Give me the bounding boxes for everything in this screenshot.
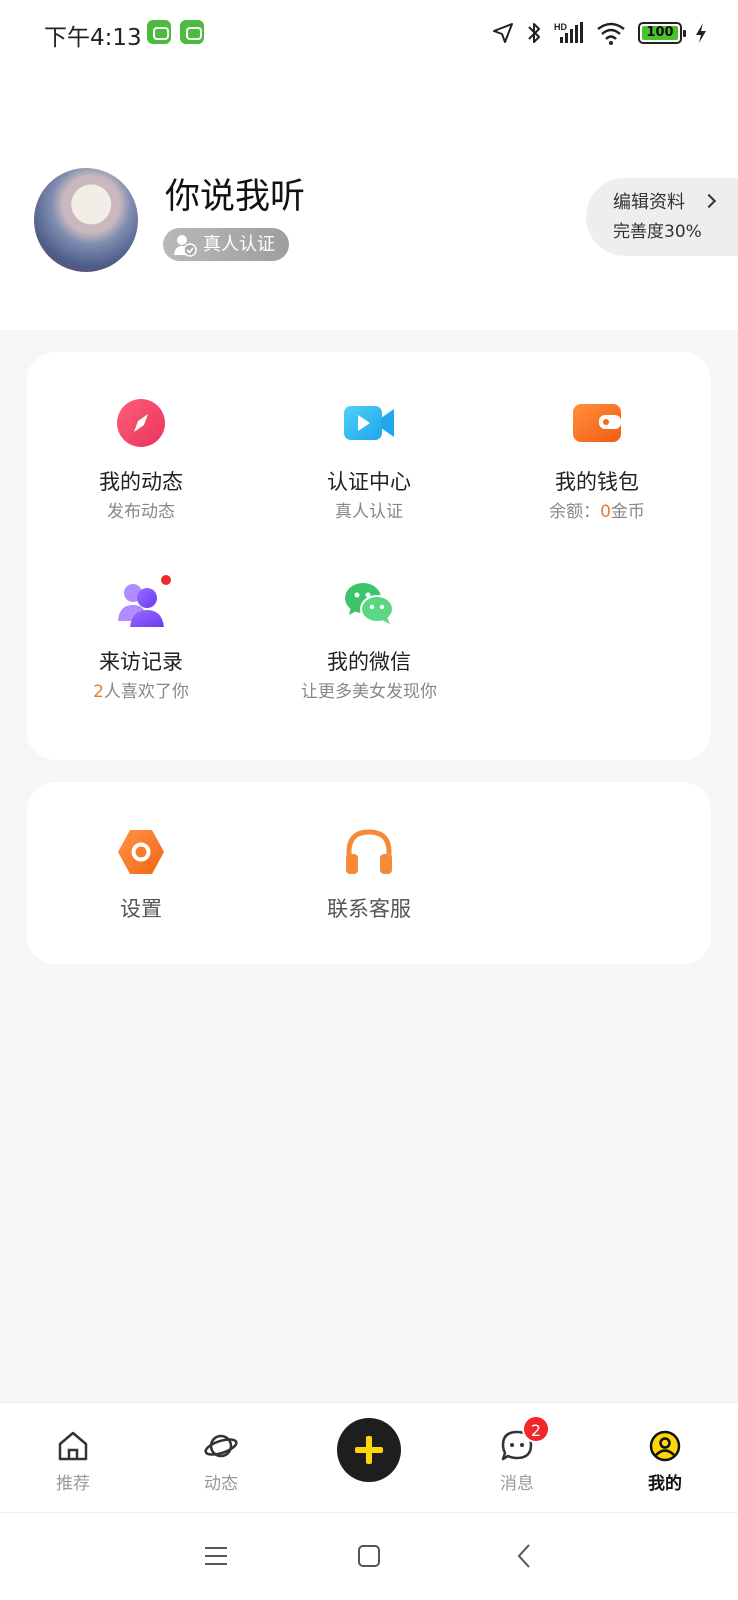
my-wallet-title: 我的钱包 (555, 470, 639, 494)
settings-icon (115, 826, 167, 878)
verification-center-title: 认证中心 (327, 470, 411, 494)
tab-recommend-label: 推荐 (56, 1474, 90, 1494)
home-square-icon[interactable] (354, 1541, 384, 1571)
customer-service-label: 联系客服 (327, 897, 411, 921)
edit-profile-label: 编辑资料 (613, 192, 685, 213)
visitor-count-label: 人喜欢了你 (103, 682, 189, 702)
tab-messages-label: 消息 (500, 1474, 534, 1494)
create-post-button[interactable] (337, 1418, 401, 1482)
my-wechat-title: 我的微信 (327, 650, 411, 674)
signal-icon: HD (554, 22, 583, 43)
visitor-records-item[interactable]: 来访记录 2人喜欢了你 (27, 573, 255, 705)
feature-card: 我的动态 发布动态 认证中心 真人认证 我的钱包 余额：0金币 来访记录 2人喜… (27, 352, 711, 760)
charging-icon (696, 23, 706, 43)
username: 你说我听 (165, 177, 306, 217)
visitor-count: 2 (93, 682, 104, 702)
menu-icon[interactable] (201, 1541, 231, 1571)
battery-icon: 100 (638, 22, 686, 44)
plus-icon-stroke (366, 1436, 372, 1464)
profile-header: 你说我听 真人认证 编辑资料 完善度30% (0, 66, 738, 330)
wallet-balance-unit: 金币 (610, 502, 645, 522)
avatar[interactable] (34, 168, 138, 272)
my-wechat-sub: 让更多美女发现你 (301, 682, 437, 702)
wallet-icon (571, 397, 623, 449)
compass-icon (115, 397, 167, 449)
tab-feed-label: 动态 (204, 1474, 238, 1494)
svg-text:HD: HD (554, 22, 567, 32)
wallet-balance-label: 余额： (549, 502, 601, 522)
tab-recommend[interactable]: 推荐 (23, 1429, 123, 1494)
verify-badge-label: 真人认证 (203, 234, 275, 255)
wifi-icon (597, 22, 625, 45)
wallet-balance-value: 0 (600, 502, 611, 522)
tab-messages[interactable]: 2 消息 (467, 1415, 567, 1494)
app-notification-icon (180, 20, 204, 44)
customer-service-item[interactable]: 联系客服 (255, 826, 483, 924)
profile-completion: 完善度30% (613, 222, 702, 242)
my-posts-title: 我的动态 (99, 470, 183, 494)
bluetooth-icon (528, 23, 540, 43)
chat-bubble-icon: 2 (500, 1415, 550, 1463)
verification-center-sub: 真人认证 (335, 502, 403, 522)
app-notification-icon (147, 20, 171, 44)
my-posts-sub: 发布动态 (107, 502, 175, 522)
profile-icon (648, 1429, 682, 1463)
visitor-records-title: 来访记录 (99, 650, 183, 674)
status-bar: 下午4:13 HD 100 (0, 0, 738, 66)
visitor-records-sub: 2人喜欢了你 (27, 679, 255, 705)
tab-me[interactable]: 我的 (615, 1429, 715, 1494)
status-time: 下午4:13 (44, 25, 142, 51)
wallet-balance: 余额：0金币 (483, 499, 711, 525)
tab-bar: 推荐 动态 2 消息 我的 (0, 1402, 738, 1512)
tab-feed[interactable]: 动态 (171, 1429, 271, 1494)
verify-badge[interactable]: 真人认证 (163, 228, 289, 261)
verified-user-icon (174, 235, 197, 257)
status-icons: HD 100 (492, 18, 708, 48)
video-camera-icon (343, 397, 395, 449)
headset-icon (343, 826, 395, 878)
my-wallet-item[interactable]: 我的钱包 余额：0金币 (483, 397, 711, 525)
new-visitor-dot (159, 573, 173, 587)
verification-center-item[interactable]: 认证中心 真人认证 (255, 397, 483, 525)
battery-level: 100 (646, 25, 674, 40)
unread-badge: 2 (522, 1415, 550, 1443)
system-nav-bar (0, 1512, 738, 1600)
my-wechat-item[interactable]: 我的微信 让更多美女发现你 (255, 577, 483, 705)
settings-label: 设置 (120, 897, 162, 921)
my-posts-item[interactable]: 我的动态 发布动态 (27, 397, 255, 525)
location-icon (493, 23, 513, 43)
home-icon (56, 1429, 90, 1463)
back-icon[interactable] (510, 1541, 540, 1571)
wechat-icon (343, 577, 395, 629)
tab-me-label: 我的 (648, 1474, 682, 1494)
settings-item[interactable]: 设置 (27, 826, 255, 924)
edit-profile-button[interactable]: 编辑资料 完善度30% (586, 178, 738, 256)
planet-icon (204, 1429, 238, 1463)
service-card: 设置 联系客服 (27, 782, 711, 964)
visitors-icon (115, 573, 173, 629)
